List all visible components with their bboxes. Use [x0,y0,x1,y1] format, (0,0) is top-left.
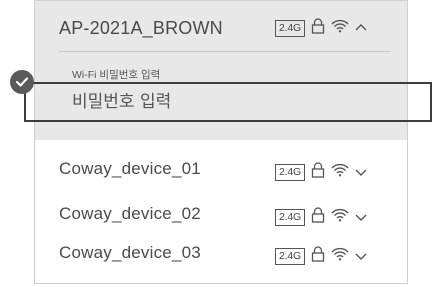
divider [59,51,391,52]
band-badge: 2.4G [275,20,305,37]
network-status-icons: 2.4G [275,162,367,183]
lock-icon [311,246,325,267]
network-status-icons: 2.4G [275,207,367,228]
band-badge: 2.4G [275,164,305,181]
band-badge: 2.4G [275,248,305,265]
network-ssid: AP-2021A_BROWN [59,18,223,38]
check-circle-icon [10,70,34,94]
wifi-icon [331,19,349,38]
band-badge: 2.4G [275,209,305,226]
password-input[interactable] [72,92,430,112]
lock-icon [311,162,325,183]
password-field[interactable] [24,82,432,122]
lock-icon [311,207,325,228]
wifi-icon [331,208,349,227]
network-status-icons: 2.4G [275,246,367,267]
network-ssid: Coway_device_02 [59,204,201,223]
lock-icon [311,18,325,39]
chevron-down-icon[interactable] [355,164,367,182]
wifi-network-list: AP-2021A_BROWN 2.4G Wi-Fi 비밀번호 입력 Coway_… [34,0,408,284]
wifi-icon [331,247,349,266]
chevron-down-icon[interactable] [355,248,367,266]
network-item[interactable]: Coway_device_03 2.4G [35,234,407,274]
chevron-down-icon[interactable] [355,209,367,227]
wifi-icon [331,163,349,182]
network-item[interactable]: Coway_device_02 2.4G [35,195,407,235]
network-ssid: Coway_device_01 [59,159,201,178]
network-status-icons: 2.4G [275,18,367,39]
network-ssid: Coway_device_03 [59,243,201,262]
chevron-up-icon[interactable] [355,20,367,38]
network-item[interactable]: Coway_device_01 2.4G [35,150,407,190]
password-label: Wi-Fi 비밀번호 입력 [72,69,161,81]
